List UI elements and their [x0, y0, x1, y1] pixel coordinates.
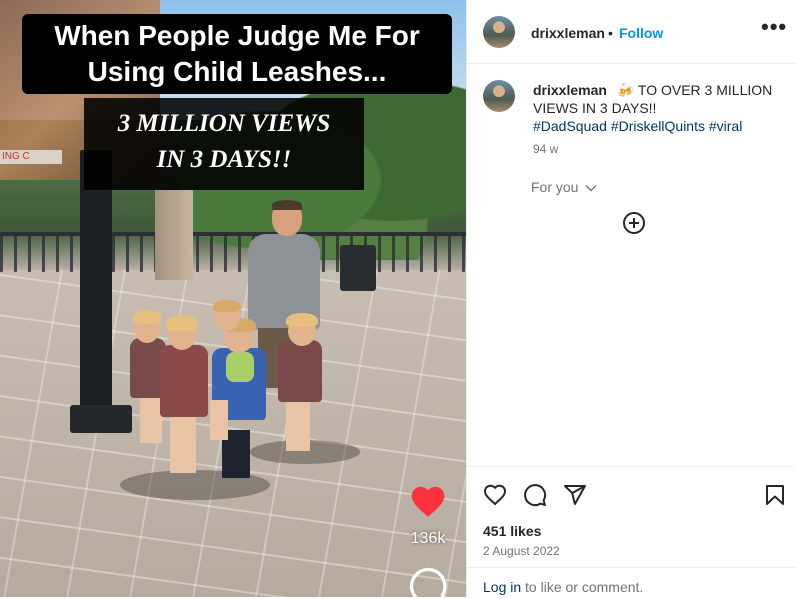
post-sidebar: drixxleman • Follow ••• drixxleman 🍻 TO …	[466, 0, 796, 597]
username-link[interactable]: drixxleman	[531, 25, 605, 41]
sign-fragment: ING C	[0, 150, 62, 164]
child-legs	[210, 400, 228, 440]
child-hair	[286, 313, 318, 327]
video-caption-title: When People Judge Me For Using Child Lea…	[22, 14, 452, 94]
child-legs	[140, 395, 162, 443]
login-prompt-rest: to like or comment.	[525, 579, 644, 595]
likes-count[interactable]: 451 likes	[483, 523, 541, 539]
caption-username-link[interactable]: drixxleman	[533, 82, 607, 98]
child	[278, 340, 322, 402]
login-link[interactable]: Log in	[483, 579, 521, 595]
railing	[0, 232, 466, 272]
child-legs	[286, 395, 310, 451]
child-legs	[170, 415, 196, 473]
child-hair	[213, 300, 241, 312]
follow-button[interactable]: Follow	[619, 25, 663, 41]
video-caption-subtitle: 3 MILLION VIEWS IN 3 DAYS!!	[84, 98, 364, 190]
more-horizontal-icon[interactable]: •••	[761, 16, 786, 42]
chevron-down-icon	[585, 185, 597, 192]
stone-column	[155, 190, 193, 280]
post-video[interactable]: ING C When People Judge Me For Using Chi…	[0, 0, 466, 597]
caption-text: drixxleman 🍻 TO OVER 3 MILLION VIEWS IN …	[533, 81, 779, 135]
reel-like-count: 136k	[410, 530, 446, 547]
post-date: 2 August 2022	[483, 544, 560, 558]
child-hair	[166, 315, 198, 331]
bookmark-icon[interactable]	[763, 483, 787, 507]
for-you-dropdown[interactable]: For you	[531, 179, 597, 195]
login-prompt: Log in to like or comment.	[467, 567, 796, 599]
post-header: drixxleman • Follow •••	[467, 0, 796, 64]
avatar[interactable]	[483, 16, 515, 48]
avatar[interactable]	[483, 80, 515, 112]
plus-circle-icon[interactable]	[622, 211, 646, 235]
caption-emoji: 🍻	[616, 82, 635, 98]
child-hair	[133, 310, 161, 324]
trash-bin	[340, 245, 376, 291]
hashtag-link[interactable]: #viral	[709, 118, 742, 134]
login-prompt-text: Log in to like or comment.	[483, 579, 643, 595]
child-backpack	[226, 352, 254, 382]
comment-bubble-icon[interactable]	[408, 566, 448, 597]
share-icon[interactable]	[563, 483, 587, 507]
lamp-pole	[80, 150, 112, 430]
action-bar: 451 likes 2 August 2022 Log in to like o…	[467, 466, 796, 598]
child	[160, 345, 208, 417]
hashtag-link[interactable]: #DadSquad	[533, 118, 607, 134]
comment-icon[interactable]	[523, 483, 547, 507]
separator-dot: •	[608, 25, 613, 41]
hashtag-link[interactable]: #DriskellQuints	[611, 118, 705, 134]
post-age: 94 w	[533, 142, 559, 156]
for-you-label: For you	[531, 179, 579, 195]
heart-outline-icon[interactable]	[483, 483, 507, 507]
railing-top	[0, 232, 466, 236]
lamp-pole-base	[70, 405, 132, 433]
person-dad-hair	[272, 200, 302, 210]
heart-filled-icon[interactable]	[408, 482, 448, 518]
